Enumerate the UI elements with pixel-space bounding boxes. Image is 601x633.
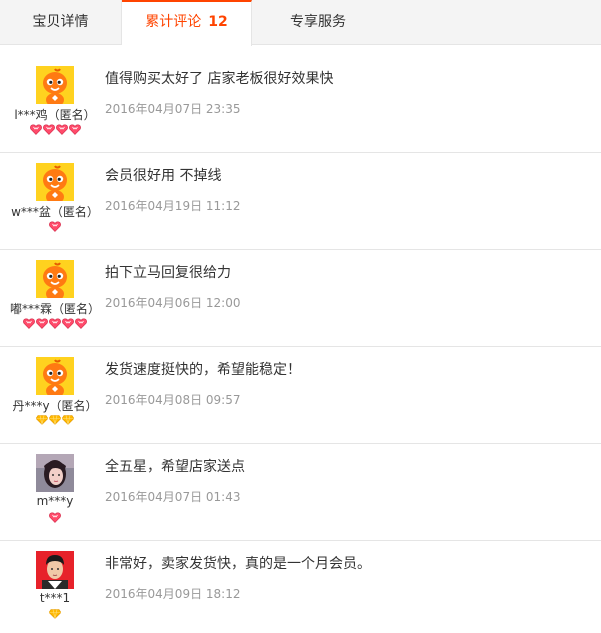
user-avatar[interactable] xyxy=(36,260,74,301)
tab-label: 宝贝详情 xyxy=(32,14,89,30)
review-item: 丹***y（匿名） 发货速度挺快的，希望能稳定！ 2016年04月08日 09:… xyxy=(0,347,601,444)
heart-icon xyxy=(36,314,49,333)
reviewer-level-badge xyxy=(0,512,110,524)
review-item: t***1 非常好，卖家发货快，真的是一个月会员。 2016年04月09日 18… xyxy=(0,541,601,633)
heart-icon xyxy=(29,120,42,139)
user-avatar[interactable] xyxy=(36,163,74,204)
review-date: 2016年04月19日 11:12 xyxy=(105,199,241,213)
diamond-icon xyxy=(62,411,75,430)
reviewer-name[interactable]: t***1 xyxy=(0,591,110,605)
diamond-icon xyxy=(36,411,49,430)
tab-exclusive-services[interactable]: 专享服务 xyxy=(252,0,384,45)
review-item: l***鸡（匿名） 值得购买太好了 店家老板很好效果快 2016年04月07日 … xyxy=(0,56,601,153)
diamond-icon xyxy=(49,411,62,430)
heart-icon xyxy=(75,314,88,333)
heart-icon xyxy=(42,120,55,139)
heart-icon xyxy=(55,120,68,139)
user-avatar[interactable] xyxy=(36,66,74,107)
tab-reviews[interactable]: 累计评论 12 xyxy=(122,0,252,46)
review-date: 2016年04月06日 12:00 xyxy=(105,296,241,310)
review-item: m***y 全五星，希望店家送点 2016年04月07日 01:43 xyxy=(0,444,601,541)
review-item: 嘟***霖（匿名） 拍下立马回复很给力 2016年04月06日 12:00 xyxy=(0,250,601,347)
review-text: 非常好，卖家发货快，真的是一个月会员。 xyxy=(105,556,371,572)
reviewer-level-badge xyxy=(0,318,110,330)
reviewer-name[interactable]: m***y xyxy=(0,494,110,508)
heart-icon xyxy=(49,508,62,527)
review-text: 发货速度挺快的，希望能稳定！ xyxy=(105,362,301,378)
review-text: 拍下立马回复很给力 xyxy=(105,265,231,281)
review-date: 2016年04月07日 23:35 xyxy=(105,102,241,116)
heart-icon xyxy=(23,314,36,333)
heart-icon xyxy=(49,314,62,333)
tab-label: 累计评论 xyxy=(145,14,202,30)
reviewer-level-badge xyxy=(0,221,110,233)
heart-icon xyxy=(49,217,62,236)
reviewer-level-badge xyxy=(0,415,110,427)
review-date: 2016年04月07日 01:43 xyxy=(105,490,241,504)
user-avatar[interactable] xyxy=(36,454,74,492)
reviewer-level-badge xyxy=(0,609,110,621)
heart-icon xyxy=(68,120,81,139)
diamond-icon xyxy=(49,605,62,624)
review-count: 12 xyxy=(208,14,228,30)
reviewer-level-badge xyxy=(0,124,110,136)
review-text: 全五星，希望店家送点 xyxy=(105,459,245,475)
review-item: w***盆（匿名） 会员很好用 不掉线 2016年04月19日 11:12 xyxy=(0,153,601,250)
heart-icon xyxy=(62,314,75,333)
tab-label: 专享服务 xyxy=(290,14,346,30)
review-date: 2016年04月09日 18:12 xyxy=(105,587,241,601)
user-avatar[interactable] xyxy=(36,551,74,589)
review-text: 会员很好用 不掉线 xyxy=(105,168,222,184)
tab-item-details[interactable]: 宝贝详情 xyxy=(0,0,122,45)
review-date: 2016年04月08日 09:57 xyxy=(105,393,241,407)
review-text: 值得购买太好了 店家老板很好效果快 xyxy=(105,71,334,87)
user-avatar[interactable] xyxy=(36,357,74,398)
tab-bar: 宝贝详情 累计评论 12 专享服务 xyxy=(0,0,601,46)
